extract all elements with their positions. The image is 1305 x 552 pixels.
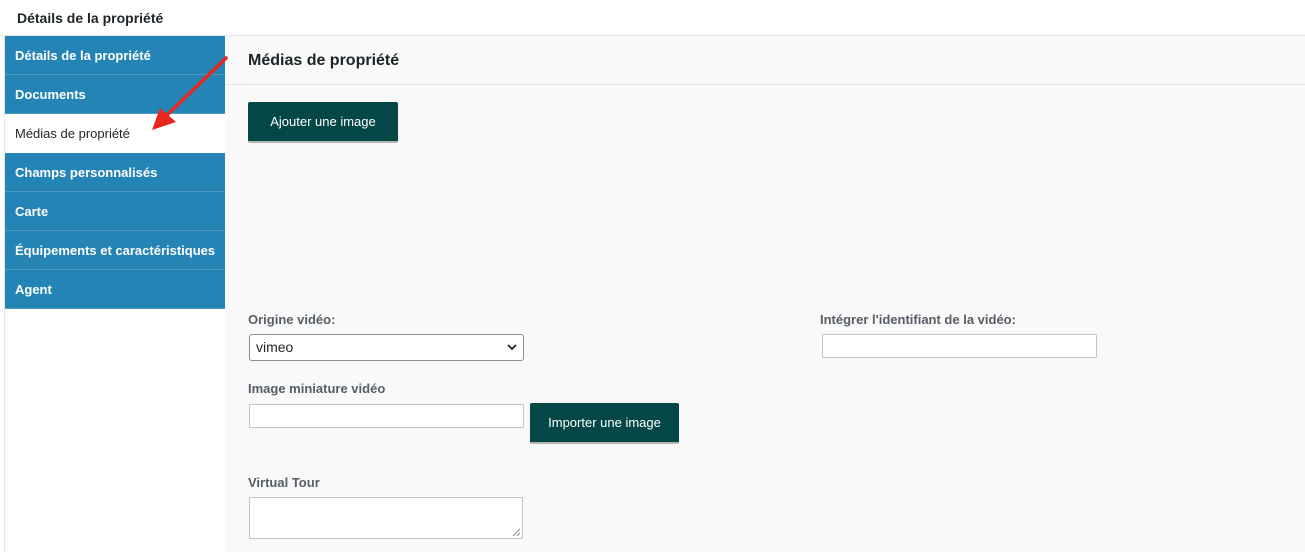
sidebar-item-label: Champs personnalisés	[15, 165, 158, 180]
sidebar-item-label: Carte	[15, 204, 49, 219]
panel-title: Détails de la propriété	[17, 10, 164, 26]
panel-header: Détails de la propriété	[0, 0, 1305, 36]
sidebar-item-custom-fields[interactable]: Champs personnalisés	[5, 153, 225, 192]
video-origin-value: vimeo	[256, 339, 294, 355]
embed-video-id-label: Intégrer l'identifiant de la vidéo:	[820, 312, 1016, 327]
sidebar-item-label: Détails de la propriété	[15, 48, 151, 63]
sidebar-item-label: Documents	[15, 87, 86, 102]
sidebar-item-label: Équipements et caractéristiques	[15, 243, 216, 258]
resize-grip-icon[interactable]	[512, 528, 520, 536]
sidebar-item-property-details[interactable]: Détails de la propriété	[5, 36, 225, 75]
virtual-tour-textarea[interactable]	[249, 497, 523, 539]
sidebar-item-label: Médias de propriété	[15, 126, 130, 141]
sidebar: Détails de la propriété Documents Médias…	[5, 36, 225, 552]
sidebar-empty-area	[5, 309, 225, 552]
section-title: Médias de propriété	[248, 52, 400, 69]
sidebar-item-property-media[interactable]: Médias de propriété	[5, 114, 225, 153]
import-image-button[interactable]: Importer une image	[530, 403, 679, 444]
sidebar-item-documents[interactable]: Documents	[5, 75, 225, 114]
video-origin-label: Origine vidéo:	[248, 312, 336, 327]
sidebar-item-label: Agent	[15, 282, 52, 297]
sidebar-list: Détails de la propriété Documents Médias…	[5, 36, 225, 309]
chevron-down-icon	[507, 344, 517, 351]
video-thumbnail-label: Image miniature vidéo	[248, 381, 386, 396]
sidebar-item-amenities[interactable]: Équipements et caractéristiques	[5, 231, 225, 270]
main-content: Médias de propriété Ajouter une image Or…	[225, 36, 1305, 552]
sidebar-item-map[interactable]: Carte	[5, 192, 225, 231]
embed-video-id-input[interactable]	[822, 334, 1097, 358]
section-divider	[225, 84, 1305, 85]
add-image-button[interactable]: Ajouter une image	[248, 102, 398, 143]
virtual-tour-label: Virtual Tour	[248, 475, 320, 490]
sidebar-item-agent[interactable]: Agent	[5, 270, 225, 309]
video-thumbnail-input[interactable]	[249, 404, 524, 428]
video-origin-select[interactable]: vimeo	[249, 334, 524, 361]
